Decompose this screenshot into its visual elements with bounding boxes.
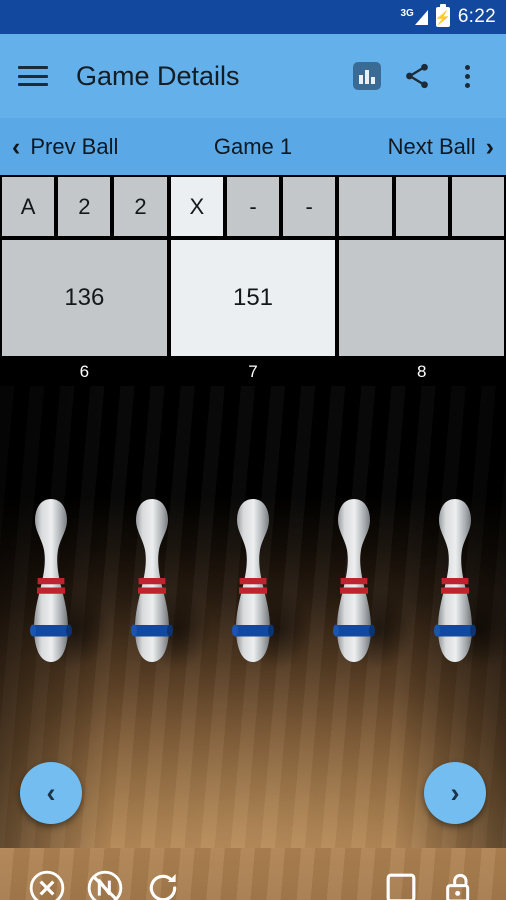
share-icon xyxy=(406,63,428,89)
next-frame-fab[interactable]: › xyxy=(424,762,486,824)
ball-cell[interactable]: 2 xyxy=(112,175,169,238)
pin-body-icon xyxy=(333,499,376,662)
frame-number: 7 xyxy=(248,362,258,381)
frame-number: 6 xyxy=(79,362,90,381)
chevron-left-icon: ‹ xyxy=(12,132,21,161)
bowling-pin[interactable] xyxy=(321,494,419,676)
frame-ball-group: X-- xyxy=(168,175,338,238)
hamburger-menu-icon[interactable] xyxy=(16,63,50,89)
battery-charging-icon: ⚡ xyxy=(434,4,451,27)
prev-frame-fab[interactable]: ‹ xyxy=(20,762,82,824)
pin-body-icon xyxy=(130,499,173,662)
ball-cell[interactable] xyxy=(393,175,450,238)
page-title: Game Details xyxy=(76,60,240,91)
next-ball-label: Next Ball xyxy=(387,133,476,159)
frame-number: 8 xyxy=(416,362,427,381)
prev-ball-button[interactable]: ‹ Prev Ball xyxy=(12,134,118,160)
frame-score-cell[interactable] xyxy=(337,238,506,358)
ball-navigation-bar: ‹ Prev Ball Game 1 Next Ball › xyxy=(0,118,506,175)
overflow-menu-button[interactable] xyxy=(444,53,490,99)
bowling-pin[interactable] xyxy=(220,494,318,676)
clear-strike-button[interactable] xyxy=(18,859,76,900)
pin-group xyxy=(0,494,506,724)
ball-cell[interactable]: - xyxy=(281,175,338,238)
signal-bars-icon xyxy=(414,10,428,25)
lock-open-icon xyxy=(446,873,470,900)
no-foul-button[interactable] xyxy=(76,859,134,900)
battery-bolt-glyph: ⚡ xyxy=(434,9,451,25)
ball-cell[interactable]: A xyxy=(0,175,57,238)
app-root: 3G ⚡ 6:22 Game Details ‹ Prev Ball Game … xyxy=(0,0,506,900)
split-square-icon xyxy=(386,873,416,900)
clear-strike-icon xyxy=(29,870,65,900)
frame-ball-group: A22 xyxy=(0,175,169,238)
ball-cell[interactable]: - xyxy=(224,175,282,238)
pin-body-icon xyxy=(232,499,274,662)
stats-button[interactable] xyxy=(344,53,390,99)
chevron-left-icon: ‹ xyxy=(46,777,56,808)
prev-ball-label: Prev Ball xyxy=(30,133,119,159)
reset-pins-icon xyxy=(149,873,177,900)
score-row: 136 151 xyxy=(0,238,506,358)
game-label: Game 1 xyxy=(213,133,293,159)
pin-deck: ‹ › xyxy=(0,386,506,848)
ball-cell[interactable]: X xyxy=(168,175,225,238)
ball-cell[interactable]: 2 xyxy=(56,175,113,238)
reset-pins-button[interactable] xyxy=(134,859,192,900)
next-ball-button[interactable]: Next Ball › xyxy=(388,134,494,160)
frame-ball-group xyxy=(337,175,506,238)
app-bar: Game Details xyxy=(0,34,506,118)
scoreboard: A22X-- 136 151 678 xyxy=(0,175,506,386)
no-foul-icon xyxy=(87,870,123,900)
chevron-right-icon: › xyxy=(450,777,460,808)
pin-body-icon xyxy=(29,499,72,662)
bowling-pin[interactable] xyxy=(119,494,217,676)
status-bar-clock: 6:22 xyxy=(457,6,496,27)
ball-row: A22X-- xyxy=(0,175,506,238)
bowling-pin[interactable] xyxy=(18,494,115,676)
frame-number-row: 6 7 8 xyxy=(0,358,506,386)
lock-open-button[interactable] xyxy=(430,859,488,900)
signal-3g-icon: 3G xyxy=(400,8,428,25)
split-square-button[interactable] xyxy=(372,859,430,900)
share-button[interactable] xyxy=(394,53,440,99)
chevron-right-icon: › xyxy=(485,132,494,161)
status-bar: 3G ⚡ 6:22 xyxy=(0,0,506,34)
pin-body-icon xyxy=(434,499,477,662)
bar-chart-icon xyxy=(353,62,381,90)
overflow-menu-icon xyxy=(464,64,470,88)
ball-cell[interactable] xyxy=(337,175,394,238)
frame-score-cell[interactable]: 136 xyxy=(0,238,169,358)
bowling-pin[interactable] xyxy=(422,494,506,676)
action-bar xyxy=(0,848,506,900)
frame-score-cell[interactable]: 151 xyxy=(168,238,338,358)
ball-cell[interactable] xyxy=(449,175,506,238)
network-type-label: 3G xyxy=(400,8,414,19)
